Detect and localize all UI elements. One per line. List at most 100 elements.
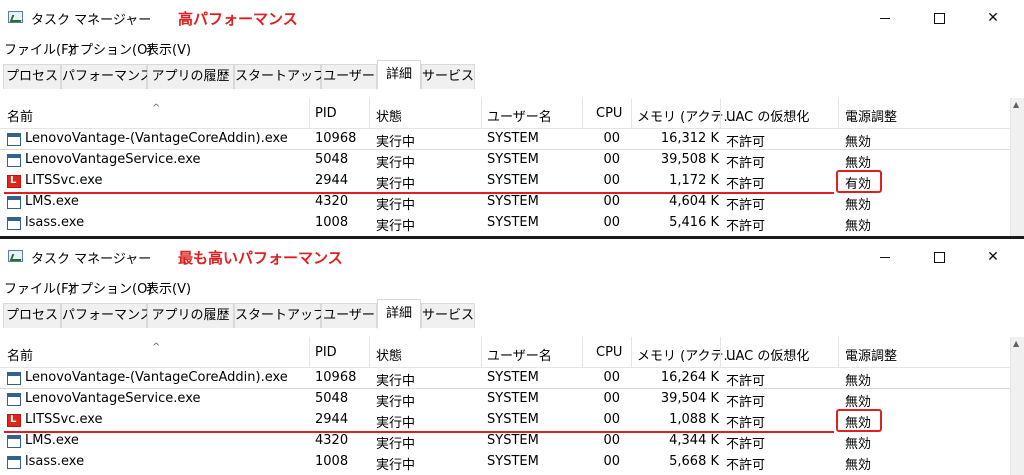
close-button[interactable]: ✕ xyxy=(970,0,1016,36)
tab-processes[interactable]: プロセス xyxy=(3,64,61,89)
table-row[interactable]: lsass.exe 1008 実行中 SYSTEM 00 5,416 K 不許可… xyxy=(0,213,1010,234)
column-divider[interactable] xyxy=(582,98,583,128)
vertical-scrollbar[interactable]: ▲ xyxy=(1010,98,1024,236)
table-header: 名前 ^ PID 状態 ユーザー名 CPU メモリ (アクテ... UAC の仮… xyxy=(0,337,1010,368)
cell-user: SYSTEM xyxy=(487,454,539,469)
column-divider[interactable] xyxy=(309,337,310,367)
column-header-cpu[interactable]: CPU xyxy=(596,345,622,360)
cell-cpu: 00 xyxy=(603,433,620,448)
table-row[interactable]: lsass.exe 1008 実行中 SYSTEM 00 5,668 K 不許可… xyxy=(0,452,1010,473)
column-divider[interactable] xyxy=(481,337,482,367)
column-header-power[interactable]: 電源調整 xyxy=(845,345,897,364)
column-header-uac[interactable]: UAC の仮想化 xyxy=(726,345,809,364)
column-header-uac[interactable]: UAC の仮想化 xyxy=(726,106,809,125)
tab-app-history[interactable]: アプリの履歴 xyxy=(147,303,234,328)
column-divider[interactable] xyxy=(838,337,839,367)
scroll-up-arrow-icon[interactable]: ▲ xyxy=(1013,100,1019,109)
tab-performance[interactable]: パフォーマンス xyxy=(61,303,153,328)
menu-file[interactable]: ファイル(F) xyxy=(4,278,74,297)
table-row[interactable]: LenovoVantage-(VantageCoreAddin).exe 109… xyxy=(0,368,1010,389)
cell-power: 無効 xyxy=(845,458,872,473)
tab-details[interactable]: 詳細 xyxy=(377,60,421,90)
maximize-icon xyxy=(933,12,945,24)
menu-options[interactable]: オプション(O) xyxy=(67,39,152,58)
cell-name: LenovoVantageService.exe xyxy=(25,152,201,167)
tab-app-history[interactable]: アプリの履歴 xyxy=(147,64,234,89)
cell-name: LenovoVantage-(VantageCoreAddin).exe xyxy=(25,370,288,385)
tab-startup[interactable]: スタートアップ xyxy=(234,303,326,328)
cell-name: LMS.exe xyxy=(25,433,79,448)
tab-performance[interactable]: パフォーマンス xyxy=(61,64,153,89)
table-row[interactable]: LMS.exe 4320 実行中 SYSTEM 00 4,344 K 不許可 無… xyxy=(0,431,1010,452)
column-divider[interactable] xyxy=(631,337,632,367)
column-header-status[interactable]: 状態 xyxy=(376,345,402,364)
cell-uac: 不許可 xyxy=(726,416,766,431)
cell-uac: 不許可 xyxy=(726,458,766,473)
process-window-icon xyxy=(7,196,21,209)
tab-users[interactable]: ユーザー xyxy=(321,64,377,89)
column-header-user[interactable]: ユーザー名 xyxy=(487,106,552,125)
cell-memory: 1,088 K xyxy=(669,412,719,427)
cell-pid: 2944 xyxy=(315,412,349,427)
menu-options[interactable]: オプション(O) xyxy=(67,278,152,297)
column-divider[interactable] xyxy=(838,98,839,128)
cell-status: 実行中 xyxy=(376,374,416,389)
column-header-cpu[interactable]: CPU xyxy=(596,106,622,121)
scroll-up-arrow-icon[interactable]: ▲ xyxy=(1013,339,1019,348)
process-window-icon xyxy=(7,154,21,167)
column-header-name[interactable]: 名前 xyxy=(7,106,33,125)
column-header-user[interactable]: ユーザー名 xyxy=(487,345,552,364)
column-header-status[interactable]: 状態 xyxy=(376,106,402,125)
column-divider[interactable] xyxy=(481,98,482,128)
tab-users[interactable]: ユーザー xyxy=(321,303,377,328)
table-row[interactable]: LMS.exe 4320 実行中 SYSTEM 00 4,604 K 不許可 無… xyxy=(0,192,1010,213)
column-divider[interactable] xyxy=(720,98,721,128)
column-divider[interactable] xyxy=(309,98,310,128)
column-header-pid[interactable]: PID xyxy=(315,106,337,121)
column-header-name[interactable]: 名前 xyxy=(7,345,33,364)
title-bar: タスク マネージャー 最も高いパフォーマンス ✕ xyxy=(0,239,1024,275)
maximize-button[interactable] xyxy=(916,0,962,36)
cell-memory: 16,264 K xyxy=(660,370,719,385)
table-row[interactable]: LenovoVantage-(VantageCoreAddin).exe 109… xyxy=(0,129,1010,150)
menu-view[interactable]: 表示(V) xyxy=(146,278,191,297)
cell-user: SYSTEM xyxy=(487,215,539,230)
cell-name: lsass.exe xyxy=(25,215,85,230)
close-button[interactable]: ✕ xyxy=(970,239,1016,275)
column-header-memory[interactable]: メモリ (アクテ... xyxy=(637,106,736,125)
cell-cpu: 00 xyxy=(603,391,620,406)
column-divider[interactable] xyxy=(369,337,370,367)
cell-memory: 4,344 K xyxy=(669,433,719,448)
minimize-button[interactable] xyxy=(862,239,908,275)
column-divider[interactable] xyxy=(582,337,583,367)
close-icon: ✕ xyxy=(987,10,999,26)
tab-startup[interactable]: スタートアップ xyxy=(234,64,326,89)
tab-details[interactable]: 詳細 xyxy=(377,299,421,329)
column-divider[interactable] xyxy=(369,98,370,128)
column-divider[interactable] xyxy=(720,337,721,367)
table-row[interactable]: LenovoVantageService.exe 5048 実行中 SYSTEM… xyxy=(0,150,1010,171)
column-header-power[interactable]: 電源調整 xyxy=(845,106,897,125)
column-header-memory[interactable]: メモリ (アクテ... xyxy=(637,345,736,364)
tab-services[interactable]: サービス xyxy=(421,303,475,328)
cell-uac: 不許可 xyxy=(726,135,766,150)
maximize-button[interactable] xyxy=(916,239,962,275)
minimize-button[interactable] xyxy=(862,0,908,36)
table-row[interactable]: LenovoVantageService.exe 5048 実行中 SYSTEM… xyxy=(0,389,1010,410)
cell-memory: 5,416 K xyxy=(669,215,719,230)
tab-services[interactable]: サービス xyxy=(421,64,475,89)
tab-processes[interactable]: プロセス xyxy=(3,303,61,328)
vertical-scrollbar[interactable]: ▲ xyxy=(1010,337,1024,475)
column-header-pid[interactable]: PID xyxy=(315,345,337,360)
maximize-icon xyxy=(933,251,945,263)
process-window-icon xyxy=(7,435,21,448)
cell-name: LITSSvc.exe xyxy=(25,173,103,188)
column-divider[interactable] xyxy=(631,98,632,128)
menu-file[interactable]: ファイル(F) xyxy=(4,39,74,58)
cell-uac: 不許可 xyxy=(726,219,766,234)
menu-bar: ファイル(F) オプション(O) 表示(V) xyxy=(0,36,1024,58)
cell-name: LenovoVantage-(VantageCoreAddin).exe xyxy=(25,131,288,146)
cell-status: 実行中 xyxy=(376,156,416,171)
menu-view[interactable]: 表示(V) xyxy=(146,39,191,58)
cell-pid: 2944 xyxy=(315,173,349,188)
